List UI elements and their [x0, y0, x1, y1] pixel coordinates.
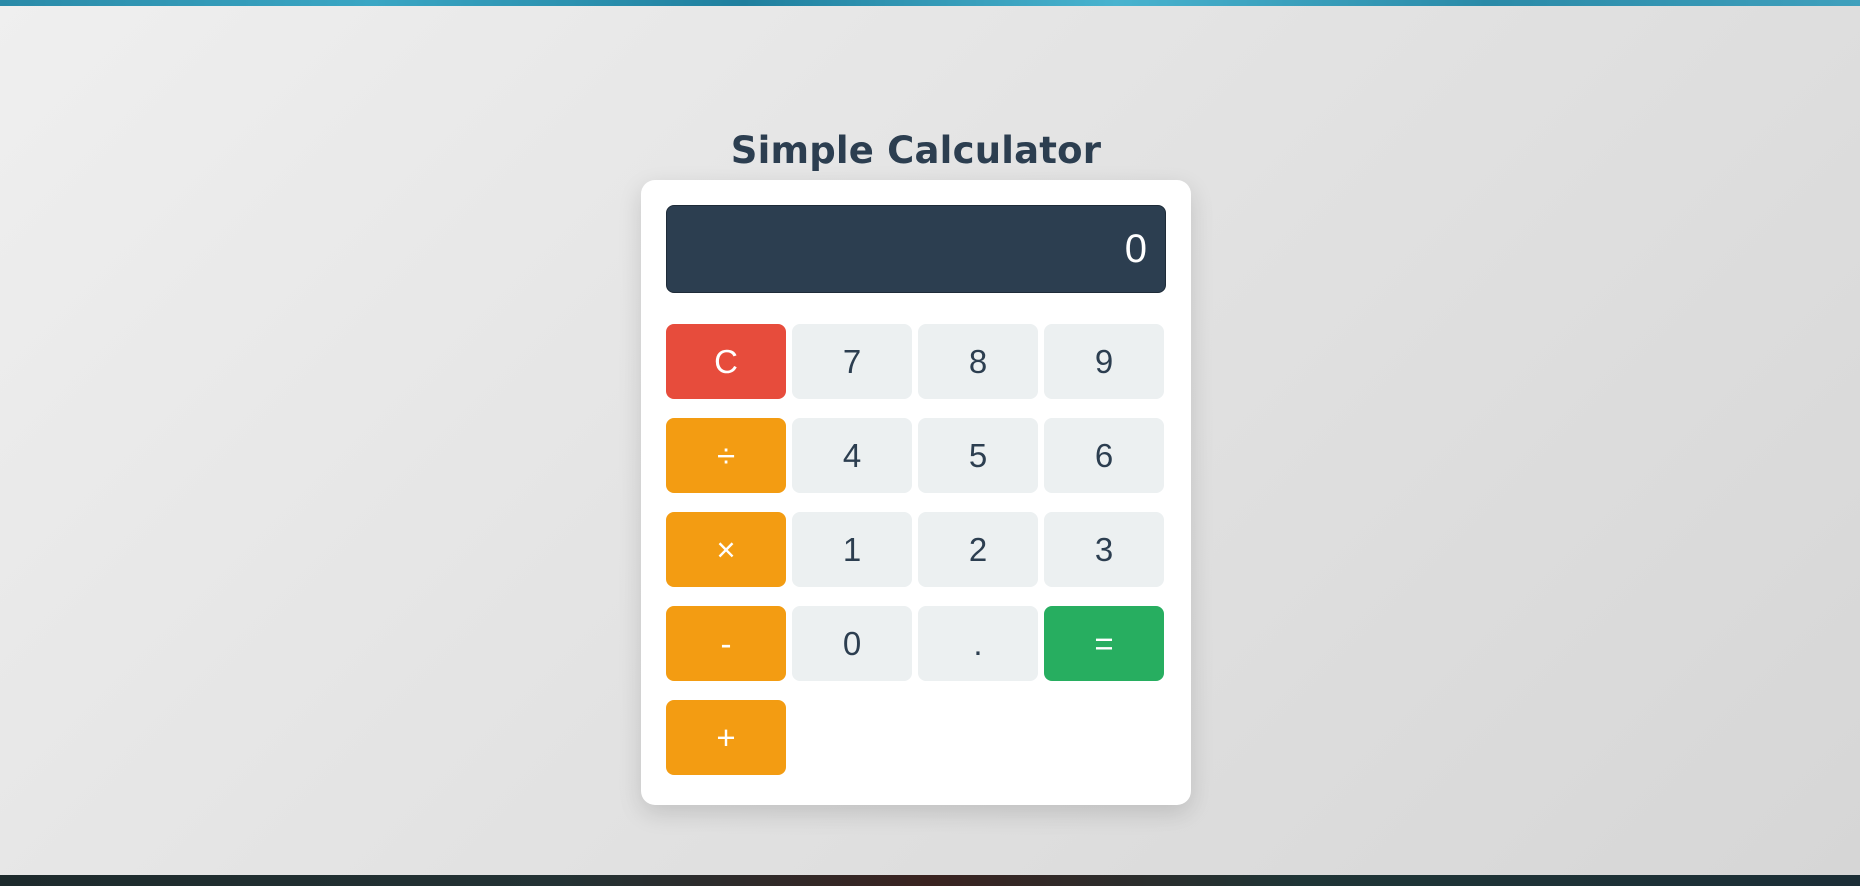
digit-0-button[interactable]: 0 [792, 606, 912, 681]
calculator-panel: C 7 8 9 ÷ 4 5 6 × 1 2 3 - 0 . = + [641, 180, 1191, 805]
digit-2-button[interactable]: 2 [918, 512, 1038, 587]
divide-button[interactable]: ÷ [666, 418, 786, 493]
subtract-button[interactable]: - [666, 606, 786, 681]
digit-8-button[interactable]: 8 [918, 324, 1038, 399]
digit-1-button[interactable]: 1 [792, 512, 912, 587]
decimal-button[interactable]: . [918, 606, 1038, 681]
digit-5-button[interactable]: 5 [918, 418, 1038, 493]
multiply-button[interactable]: × [666, 512, 786, 587]
desktop-wallpaper-strip [0, 0, 1860, 6]
calculator-display[interactable] [666, 205, 1166, 293]
digit-9-button[interactable]: 9 [1044, 324, 1164, 399]
digit-6-button[interactable]: 6 [1044, 418, 1164, 493]
clear-button[interactable]: C [666, 324, 786, 399]
digit-3-button[interactable]: 3 [1044, 512, 1164, 587]
equals-button[interactable]: = [1044, 606, 1164, 681]
digit-4-button[interactable]: 4 [792, 418, 912, 493]
add-button[interactable]: + [666, 700, 786, 775]
digit-7-button[interactable]: 7 [792, 324, 912, 399]
page-title: Simple Calculator [730, 128, 1102, 172]
taskbar [0, 875, 1860, 886]
